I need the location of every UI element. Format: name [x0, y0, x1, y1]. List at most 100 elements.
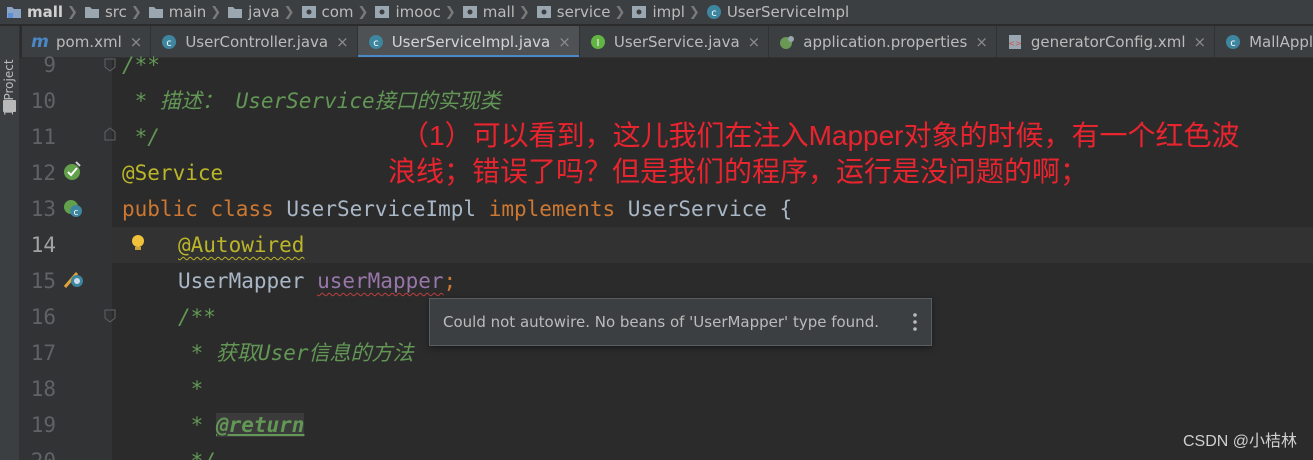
autowired-navigate-icon[interactable]: [62, 268, 84, 290]
semicolon: ;: [443, 269, 457, 293]
code-line[interactable]: public class UserServiceImpl implements …: [122, 191, 792, 227]
svg-text:c: c: [373, 38, 379, 49]
line-number[interactable]: 13: [20, 191, 56, 227]
line-number[interactable]: 15: [20, 263, 56, 299]
breadcrumb-item-java[interactable]: java ❯: [225, 0, 298, 24]
chevron-right-icon: ❯: [614, 4, 626, 20]
breadcrumb-item-main[interactable]: main ❯: [146, 0, 225, 24]
chevron-right-icon: ❯: [357, 4, 369, 20]
code-line[interactable]: /**: [122, 47, 160, 83]
close-icon[interactable]: ×: [558, 33, 571, 51]
breadcrumb-item-mall-module[interactable]: mall ❯: [4, 0, 82, 24]
code-line[interactable]: * 描述： UserService接口的实现类: [122, 83, 501, 119]
chevron-right-icon: ❯: [518, 4, 530, 20]
chevron-right-icon: ❯: [688, 4, 700, 20]
editor-tab-bar: m pom.xml × c UserController.java × c Us…: [22, 26, 1313, 58]
interface-name: UserService: [627, 197, 767, 221]
tab-label: UserController.java: [185, 33, 329, 51]
svg-text:I: I: [596, 38, 599, 49]
line-number[interactable]: 10: [20, 83, 56, 119]
line-number[interactable]: 19: [20, 407, 56, 443]
fold-marker-icon[interactable]: [103, 58, 117, 72]
brace: {: [779, 197, 793, 221]
line-number[interactable]: 17: [20, 335, 56, 371]
svg-text:c: c: [711, 8, 717, 19]
breadcrumb-item-src[interactable]: src ❯: [82, 0, 146, 24]
code-line[interactable]: */: [122, 119, 160, 155]
class-icon: c: [160, 33, 178, 51]
folder-icon: [148, 7, 163, 18]
code-line[interactable]: @Service: [122, 155, 223, 191]
close-icon[interactable]: ×: [748, 33, 761, 51]
tab-mallapplication[interactable]: c MallApplication: [1215, 26, 1313, 57]
breadcrumb-item-impl[interactable]: impl ❯: [629, 0, 703, 24]
code-line[interactable]: * @return: [178, 407, 305, 443]
type-name: UserMapper: [178, 269, 305, 293]
line-number[interactable]: 16: [20, 299, 56, 335]
tab-label: UserServiceImpl.java: [391, 33, 551, 51]
fold-marker-icon[interactable]: [103, 309, 117, 323]
code-line[interactable]: */: [178, 443, 216, 460]
breadcrumb-item-com[interactable]: com ❯: [299, 0, 373, 24]
more-actions-icon[interactable]: [913, 312, 917, 332]
tab-label: generatorConfig.xml: [1030, 33, 1186, 51]
breadcrumb: mall ❯ src ❯ main ❯ java ❯ com ❯ imooc ❯…: [0, 0, 1313, 24]
project-tool-strip[interactable]: 1: Project: [0, 26, 20, 460]
close-icon[interactable]: ×: [975, 33, 988, 51]
tab-application-properties[interactable]: application.properties ×: [769, 26, 997, 57]
line-number[interactable]: 9: [20, 47, 56, 83]
line-number[interactable]: 12: [20, 155, 56, 191]
chevron-right-icon: ❯: [130, 4, 142, 20]
breadcrumb-label: impl: [652, 3, 685, 21]
tab-usercontroller-java[interactable]: c UserController.java ×: [151, 26, 358, 57]
chevron-right-icon: ❯: [67, 4, 78, 20]
tooltip-message: Could not autowire. No beans of 'UserMap…: [443, 313, 879, 331]
line-number-current[interactable]: 14: [20, 227, 56, 263]
spring-config-icon: [778, 33, 796, 51]
breadcrumb-label: java: [248, 3, 280, 21]
project-tool-label[interactable]: 1: Project: [2, 59, 16, 116]
tab-userserviceimpl-java[interactable]: c UserServiceImpl.java ×: [357, 26, 580, 57]
code-line[interactable]: *: [178, 371, 204, 407]
xml-icon: <>: [1006, 33, 1024, 51]
chevron-right-icon: ❯: [444, 4, 456, 20]
interface-icon: I: [589, 33, 607, 51]
tab-generatorconfig-xml[interactable]: <> generatorConfig.xml ×: [997, 26, 1216, 57]
svg-text:<>: <>: [1008, 39, 1021, 48]
tab-userservice-java[interactable]: I UserService.java ×: [580, 26, 770, 57]
module-folder-icon: [7, 7, 21, 18]
svg-text:c: c: [167, 38, 173, 49]
line-number[interactable]: 18: [20, 371, 56, 407]
field-usermapper[interactable]: userMapper: [317, 269, 443, 293]
class-icon: c: [1224, 33, 1242, 51]
svg-text:c: c: [74, 208, 79, 218]
breadcrumb-label: main: [168, 3, 207, 21]
line-number[interactable]: 20: [20, 443, 56, 460]
class-icon: c: [367, 33, 385, 51]
close-icon[interactable]: ×: [336, 33, 349, 51]
code-line[interactable]: UserMapper userMapper;: [178, 263, 456, 299]
breadcrumb-label: src: [104, 3, 127, 21]
keyword: public: [122, 197, 198, 221]
code-line[interactable]: /**: [178, 299, 216, 335]
breadcrumb-label: com: [321, 3, 354, 21]
tab-label: MallApplication: [1249, 33, 1313, 51]
code-line[interactable]: @Autowired: [178, 227, 304, 263]
package-icon: [632, 6, 647, 18]
package-icon: [375, 6, 390, 18]
breadcrumb-item-mall[interactable]: mall ❯: [460, 0, 534, 24]
fold-marker-icon[interactable]: [103, 127, 117, 141]
breadcrumb-label: service: [556, 3, 611, 21]
intention-bulb-icon[interactable]: [128, 233, 148, 253]
breadcrumb-item-service[interactable]: service ❯: [534, 0, 630, 24]
breadcrumb-item-imooc[interactable]: imooc ❯: [372, 0, 459, 24]
implements-bean-icon[interactable]: c: [62, 197, 84, 219]
breadcrumb-label: mall: [27, 3, 64, 21]
spring-bean-icon[interactable]: [62, 160, 84, 182]
autowired-annotation[interactable]: @Autowired: [178, 233, 304, 257]
code-line[interactable]: * 获取User信息的方法: [178, 335, 414, 371]
close-icon[interactable]: ×: [1194, 33, 1207, 51]
line-number[interactable]: 11: [20, 119, 56, 155]
breadcrumb-item-userserviceimpl[interactable]: c UserServiceImpl: [704, 0, 849, 24]
tab-label: UserService.java: [613, 33, 740, 51]
